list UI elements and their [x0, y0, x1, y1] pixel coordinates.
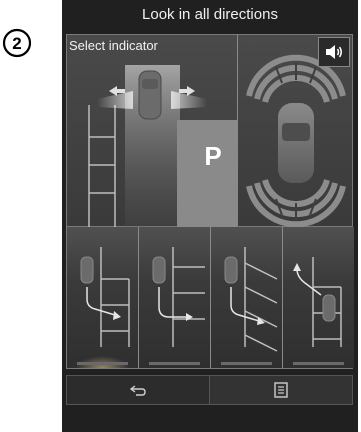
- angled-exit-icon: [224, 247, 278, 352]
- perpendicular-exit-icon: [152, 247, 205, 347]
- screen-title: Look in all directions: [142, 6, 278, 23]
- display-screen: Look in all directions Select indicator: [62, 0, 358, 432]
- option-exit-parallel-reverse[interactable]: [283, 227, 354, 368]
- speaker-icon: [326, 45, 342, 59]
- menu-button[interactable]: [209, 376, 352, 404]
- option-exit-angled-forward[interactable]: [211, 227, 283, 368]
- option-exit-perpendicular-forward[interactable]: [139, 227, 211, 368]
- step-number-badge: 2: [2, 28, 32, 58]
- footer-bar: [66, 375, 353, 405]
- top-panel: Select indicator P: [66, 34, 353, 228]
- parking-sign: P: [204, 141, 221, 171]
- option-exit-parallel-left[interactable]: [67, 227, 139, 368]
- exit-options: [66, 227, 354, 369]
- back-button[interactable]: [67, 376, 209, 404]
- parking-scene: P: [88, 65, 237, 228]
- svg-text:2: 2: [12, 34, 21, 53]
- reverse-exit-icon: [293, 257, 342, 347]
- sound-button[interactable]: [318, 37, 350, 67]
- back-arrow-icon: [130, 385, 146, 396]
- list-icon: [274, 382, 288, 398]
- parallel-exit-icon: [80, 247, 130, 347]
